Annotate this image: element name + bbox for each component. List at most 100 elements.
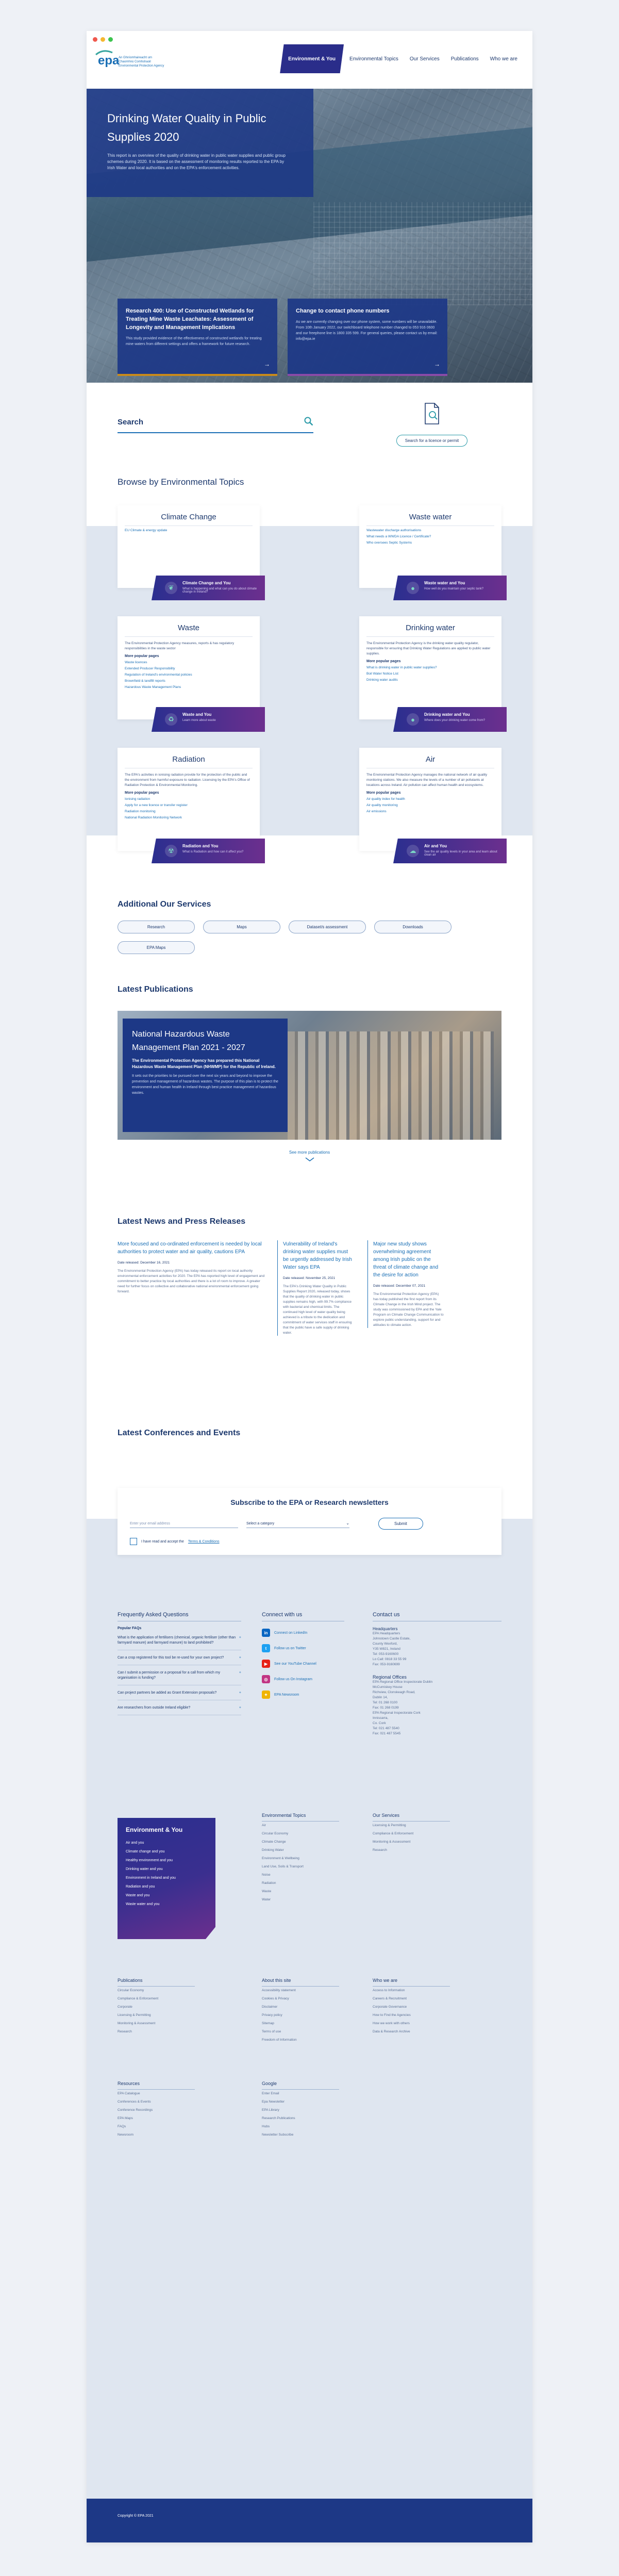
- topic-link[interactable]: Regulation of Ireland's environmental po…: [125, 673, 253, 677]
- footer-link[interactable]: Newsletter Subscribe: [262, 2131, 339, 2139]
- footer-link[interactable]: Licensing & Permitting: [118, 2011, 195, 2020]
- footer-link[interactable]: Radiation: [262, 1879, 339, 1888]
- footer-link[interactable]: Conference Recordings: [118, 2106, 195, 2114]
- footer-link[interactable]: Privacy policy: [262, 2011, 339, 2020]
- news-item[interactable]: More focused and co-ordinated enforcemen…: [118, 1240, 267, 1294]
- service-pill[interactable]: Research: [118, 921, 195, 933]
- search-icon[interactable]: [304, 417, 313, 426]
- footer-link[interactable]: Noise: [262, 1871, 339, 1879]
- topic-footer-radiation[interactable]: ☢ Radiation and You What is Radiation an…: [152, 839, 265, 863]
- footer-link[interactable]: Drinking Water: [262, 1846, 339, 1855]
- news-title[interactable]: More focused and co-ordinated enforcemen…: [118, 1240, 267, 1256]
- topic-link[interactable]: Wastewater discharge authorisations: [366, 529, 494, 532]
- topic-card-waste-water[interactable]: Waste water Wastewater discharge authori…: [359, 505, 507, 600]
- news-title[interactable]: Major new study shows overwhelming agree…: [373, 1240, 445, 1279]
- topic-footer-waste[interactable]: ♻ Waste and You Learn more about waste: [152, 707, 265, 732]
- footer-link[interactable]: Epa Newsletter: [262, 2098, 339, 2106]
- footer-link[interactable]: Circular Economy: [262, 1830, 339, 1838]
- topic-link[interactable]: Air quality monitoring: [366, 803, 494, 807]
- footer-link[interactable]: FAQs: [118, 2123, 195, 2131]
- footer-link[interactable]: Water: [262, 1896, 339, 1904]
- footer-link[interactable]: Corporate Governance: [373, 2003, 450, 2011]
- env-card-link[interactable]: Environment in Ireland and you: [126, 1874, 207, 1882]
- social-linkedin[interactable]: in Connect on LinkedIn: [262, 1629, 344, 1637]
- topic-card-drinking-water[interactable]: Drinking water The Environmental Protect…: [359, 616, 507, 732]
- social-youtube[interactable]: ▶ See our YouTube Channel: [262, 1660, 344, 1668]
- topic-card-air[interactable]: Air The Environmental Protection Agency …: [359, 748, 507, 863]
- submit-button[interactable]: Submit: [378, 1518, 423, 1530]
- hq-line[interactable]: Lo Call: 0818 33 55 99: [373, 1657, 501, 1662]
- hq-line[interactable]: Tel: 053-9160600: [373, 1652, 501, 1657]
- footer-link[interactable]: Monitoring & Assessment: [118, 2020, 195, 2028]
- footer-link[interactable]: Terms of use: [262, 2028, 339, 2036]
- env-card-link[interactable]: Waste and you: [126, 1891, 207, 1900]
- topic-link[interactable]: Drinking water audits: [366, 678, 494, 682]
- news-item[interactable]: Vulnerability of Ireland's drinking wate…: [277, 1240, 355, 1336]
- publication-card[interactable]: National Hazardous Waste Management Plan…: [123, 1019, 288, 1132]
- email-field[interactable]: Enter your email address: [130, 1520, 238, 1528]
- topic-link[interactable]: Apply for a new licence or transfer regi…: [125, 803, 253, 807]
- maximize-dot[interactable]: [108, 37, 113, 42]
- news-title[interactable]: Vulnerability of Ireland's drinking wate…: [283, 1240, 355, 1271]
- licence-search-button[interactable]: Search for a licence or permit: [396, 435, 468, 447]
- footer-link[interactable]: Disclaimer: [262, 2003, 339, 2011]
- footer-link[interactable]: Compliance & Enforcement: [373, 1830, 450, 1838]
- regional-line[interactable]: Tel: 01 268 0100: [373, 1700, 501, 1705]
- news-item[interactable]: Major new study shows overwhelming agree…: [367, 1240, 445, 1328]
- topic-link[interactable]: Radiation monitoring: [125, 810, 253, 813]
- topic-link[interactable]: Air emissions: [366, 810, 494, 813]
- footer-link[interactable]: Licensing & Permitting: [373, 1822, 450, 1830]
- footer-link[interactable]: How we work with others: [373, 2020, 450, 2028]
- topic-link[interactable]: Brownfield & landfill reports: [125, 679, 253, 683]
- footer-link[interactable]: Climate Change: [262, 1838, 339, 1846]
- topic-link[interactable]: Extended Producer Responsibility: [125, 667, 253, 670]
- footer-link[interactable]: Newsroom: [118, 2131, 195, 2139]
- faq-question[interactable]: Can project partners be added as Grant E…: [118, 1691, 241, 1700]
- env-card-link[interactable]: Waste water and you: [126, 1900, 207, 1909]
- nav-our-services[interactable]: Our Services: [404, 44, 445, 73]
- footer-link[interactable]: Monitoring & Assessment: [373, 1838, 450, 1846]
- category-select[interactable]: Select a category ⌄: [246, 1520, 349, 1528]
- terms-link[interactable]: Terms & Conditions: [188, 1540, 220, 1544]
- minimize-dot[interactable]: [101, 37, 105, 42]
- topic-link[interactable]: Ionising radiation: [125, 797, 253, 801]
- footer-link[interactable]: Sitemap: [262, 2020, 339, 2028]
- footer-link[interactable]: Data & Research Archive: [373, 2028, 450, 2036]
- footer-link[interactable]: Circular Economy: [118, 1987, 195, 1995]
- chevron-down-icon[interactable]: [305, 1157, 314, 1161]
- topic-link[interactable]: Boil Water Notice List: [366, 672, 494, 676]
- topic-card-waste[interactable]: Waste The Environmental Protection Agenc…: [118, 616, 265, 732]
- see-more-publications-link[interactable]: See more publications: [87, 1150, 532, 1155]
- footer-link[interactable]: Waste: [262, 1888, 339, 1896]
- footer-link[interactable]: Access to Information: [373, 1987, 450, 1995]
- footer-link[interactable]: Research Publications: [262, 2114, 339, 2123]
- environment-and-you-card[interactable]: Environment & You Air and you Climate ch…: [118, 1818, 215, 1939]
- env-card-link[interactable]: Healthy environment and you: [126, 1856, 207, 1865]
- footer-link[interactable]: How to Find the Agencies: [373, 2011, 450, 2020]
- service-pill[interactable]: Downloads: [374, 921, 451, 933]
- faq-question[interactable]: What is the application of fertilisers (…: [118, 1635, 241, 1650]
- topic-link[interactable]: National Radiation Monitoring Network: [125, 816, 253, 819]
- footer-link[interactable]: Environment & Wellbeing: [262, 1855, 339, 1863]
- epa-logo[interactable]: epa An Ghníomhaireacht um Chaomhnú Comhs…: [94, 47, 166, 70]
- service-pill[interactable]: Maps: [203, 921, 280, 933]
- footer-link[interactable]: Accessibility statement: [262, 1987, 339, 1995]
- topic-footer-drinking-water[interactable]: ● Drinking water and You Where does your…: [393, 707, 507, 732]
- promo-card-research[interactable]: Research 400: Use of Constructed Wetland…: [118, 299, 277, 376]
- faq-question[interactable]: Are researchers from outside Ireland eli…: [118, 1705, 241, 1715]
- promo-card-phone[interactable]: Change to contact phone numbers As we ar…: [288, 299, 447, 376]
- topic-link[interactable]: EU Climate & energy update: [125, 529, 253, 532]
- footer-link[interactable]: Land Use, Soils & Transport: [262, 1863, 339, 1871]
- topic-footer-air[interactable]: ☁ Air and You See the air quality levels…: [393, 839, 507, 863]
- footer-link[interactable]: Careers & Recruitment: [373, 1995, 450, 2003]
- footer-link[interactable]: Enter Email: [262, 2090, 339, 2098]
- env-card-link[interactable]: Radiation and you: [126, 1882, 207, 1891]
- topic-link[interactable]: Waste licences: [125, 661, 253, 664]
- topic-link[interactable]: What needs a WWDA Licence / Certificate?: [366, 535, 494, 538]
- footer-link[interactable]: Hubs: [262, 2123, 339, 2131]
- search-bar[interactable]: Search: [118, 413, 313, 433]
- faq-question[interactable]: Can a crop registered for this tool be r…: [118, 1655, 241, 1665]
- topic-footer-waste-water[interactable]: ● Waste water and You How well do you ma…: [393, 576, 507, 600]
- social-newsroom[interactable]: ✦ EPA Newsroom: [262, 1691, 344, 1699]
- regional-line[interactable]: Tel: 021 487 5540: [373, 1726, 501, 1731]
